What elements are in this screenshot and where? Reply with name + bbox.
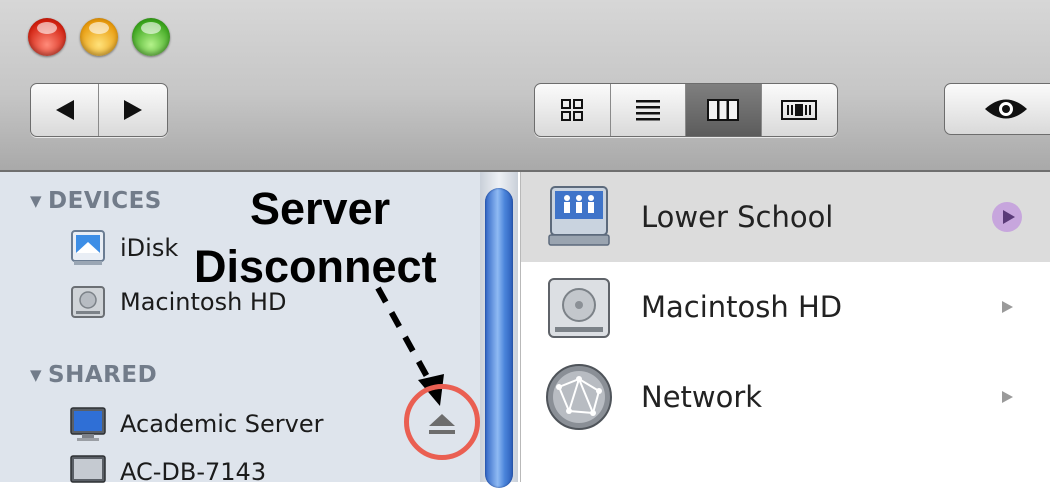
annotation-text-server: Server <box>250 183 391 234</box>
eye-icon <box>985 99 1027 119</box>
shared-section-header[interactable]: ▼ SHARED <box>30 362 157 388</box>
icon-view-button[interactable] <box>535 84 611 136</box>
server-share-icon <box>548 186 610 246</box>
back-forward-control <box>30 83 168 137</box>
sidebar-item-ac-db-7143[interactable]: AC-DB-7143 <box>68 452 266 492</box>
icon-grid-icon <box>561 99 584 121</box>
close-window-button[interactable] <box>28 18 66 56</box>
column-item-label: Macintosh HD <box>641 290 843 324</box>
monitor-icon <box>70 407 106 441</box>
column-item-label: Network <box>641 380 763 414</box>
disclosure-triangle-icon: ▼ <box>30 366 43 384</box>
column-item-lower-school[interactable]: Lower School <box>521 172 1050 262</box>
column-item-label: Lower School <box>641 200 834 234</box>
column-item-network[interactable]: Network <box>521 352 1050 442</box>
eject-icon[interactable] <box>427 412 457 436</box>
sidebar-item-academic-server[interactable]: Academic Server <box>68 404 323 444</box>
cover-flow-icon <box>781 100 818 120</box>
list-lines-icon <box>635 100 660 121</box>
back-arrow-icon <box>55 100 74 120</box>
sidebar-item-idisk[interactable]: iDisk <box>68 228 178 268</box>
column-item-macintosh-hd[interactable]: Macintosh HD <box>521 262 1050 352</box>
chevron-right-icon <box>1002 391 1013 403</box>
monitor-icon <box>70 455 106 483</box>
sidebar-scroll-thumb[interactable] <box>485 188 513 488</box>
forward-arrow-icon <box>124 100 142 120</box>
zoom-window-button[interactable] <box>132 18 170 56</box>
column-view-button[interactable] <box>686 84 762 136</box>
sidebar-item-label: Academic Server <box>120 410 324 438</box>
idisk-icon <box>71 230 105 265</box>
disclosure-triangle-icon: ▼ <box>30 192 43 210</box>
finder-toolbar <box>0 0 1050 172</box>
hard-drive-icon <box>71 286 105 318</box>
minimize-window-button[interactable] <box>80 18 118 56</box>
cover-flow-view-button[interactable] <box>762 84 838 136</box>
quick-look-button[interactable] <box>944 83 1050 135</box>
chevron-right-icon <box>1002 301 1013 313</box>
columns-icon <box>707 99 740 121</box>
sidebar-item-label: Macintosh HD <box>120 288 287 316</box>
hard-drive-icon <box>548 278 610 338</box>
shared-header-label: SHARED <box>48 362 158 388</box>
network-globe-icon <box>546 364 612 430</box>
back-button[interactable] <box>31 84 99 136</box>
list-view-button[interactable] <box>611 84 686 136</box>
column-browser: Lower School Macintosh HD Network <box>520 172 1050 482</box>
devices-header-label: DEVICES <box>48 188 162 214</box>
sidebar-item-label: iDisk <box>120 234 179 262</box>
devices-section-header[interactable]: ▼ DEVICES <box>30 188 162 214</box>
chevron-right-icon <box>992 202 1022 232</box>
forward-button[interactable] <box>99 84 167 136</box>
view-mode-control <box>534 83 838 137</box>
